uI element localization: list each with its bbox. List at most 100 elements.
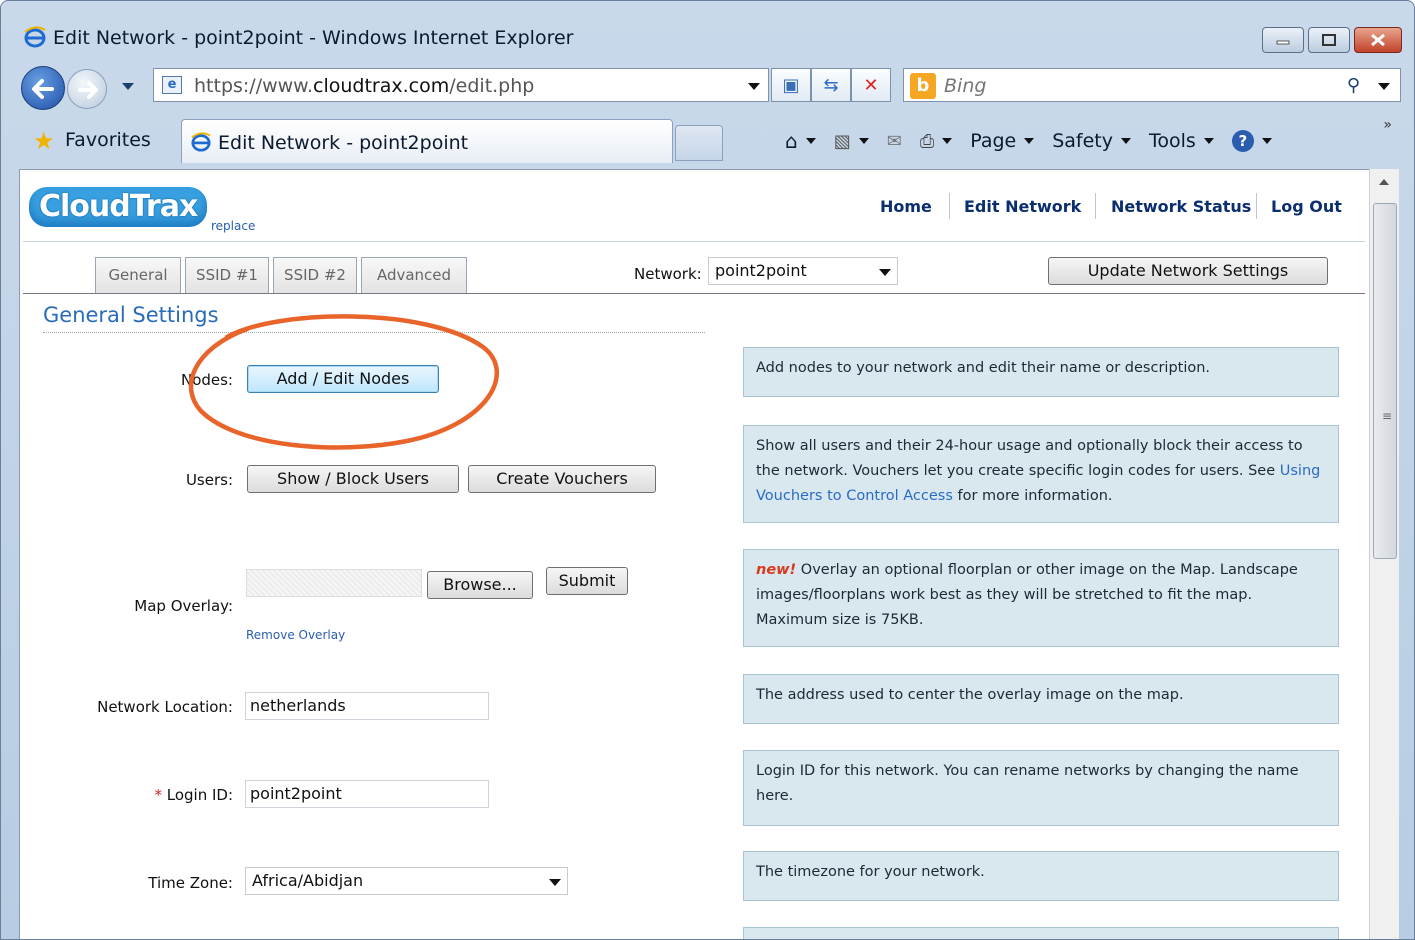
create-vouchers-button[interactable]: Create Vouchers [468,465,656,493]
time-zone-label: Time Zone: [148,874,233,892]
address-url[interactable]: https://www.cloudtrax.com/edit.php [194,75,534,97]
new-tab-button[interactable] [675,125,723,161]
window-controls [1258,27,1402,53]
address-bar[interactable]: e https://www.cloudtrax.com/edit.php [153,68,769,102]
update-network-settings-button[interactable]: Update Network Settings [1048,257,1328,285]
scroll-up-icon[interactable] [1379,179,1389,185]
recent-pages-dropdown[interactable] [122,83,134,90]
safety-menu[interactable]: Safety [1052,130,1131,152]
tab-ie-icon [191,132,211,152]
bing-icon: b [910,73,936,99]
help-text: Show all users and their 24-hour usage a… [756,438,1303,479]
back-arrow-icon [32,79,54,99]
scrollbar-thumb[interactable]: ≡ [1373,203,1397,559]
refresh-button[interactable]: ⇆ [811,68,851,102]
browser-tab[interactable]: Edit Network - point2point [181,119,673,163]
tab-ssid-1[interactable]: SSID #1 [185,257,269,293]
read-mail-button[interactable]: ✉ [887,131,902,152]
address-dropdown[interactable] [748,83,760,90]
forward-arrow-icon [78,81,98,99]
nav-home[interactable]: Home [880,197,932,216]
nodes-label: Nodes: [180,371,233,389]
page-menu[interactable]: Page [970,130,1035,152]
window-title: Edit Network - point2point - Windows Int… [53,27,574,49]
mail-icon: ✉ [886,130,902,152]
help-text: The address used to center the overlay i… [756,687,1184,703]
help-text: Add nodes to your network and edit their… [756,360,1211,376]
stop-button[interactable]: ✕ [851,68,891,102]
header-divider [23,241,1365,242]
section-title: General Settings [43,303,219,327]
overlay-file-input[interactable] [246,569,422,597]
map-overlay-label: Map Overlay: [134,597,233,615]
replace-logo-link[interactable]: replace [211,219,255,233]
maximize-icon [1322,34,1336,46]
page-menu-label: Page [970,130,1017,152]
help-box-nodes: Add nodes to your network and edit their… [743,347,1339,397]
chevron-down-icon [1121,138,1131,144]
network-location-label: Network Location: [97,698,233,716]
minimize-button[interactable] [1262,27,1304,53]
submit-overlay-button[interactable]: Submit [546,567,628,595]
stop-icon: ✕ [863,74,879,96]
help-button[interactable]: ? [1231,130,1272,152]
nav-separator [949,193,950,219]
feeds-button[interactable]: ▧ [834,131,869,152]
help-icon: ? [1231,130,1254,152]
help-text: Overlay an optional floorplan or other i… [756,562,1298,628]
cloudtrax-logo[interactable]: CloudTrax [29,187,208,227]
login-id-input[interactable]: point2point [245,780,489,808]
help-text: for more information. [957,488,1113,504]
print-icon: ⎙ [919,130,935,152]
favorites-star-icon[interactable]: ★ [33,129,55,153]
page-icon: e [162,76,182,94]
safety-menu-label: Safety [1052,130,1113,152]
back-button[interactable] [21,66,65,110]
tab-general[interactable]: General [95,257,181,293]
vertical-scrollbar[interactable]: ≡ [1369,169,1399,939]
forward-button[interactable] [67,69,107,109]
browse-button[interactable]: Browse... [427,571,533,599]
maximize-button[interactable] [1308,27,1350,53]
help-box-next [743,927,1339,939]
search-options-dropdown[interactable] [1378,83,1390,90]
search-input[interactable]: Bing [944,75,986,97]
minimize-icon [1276,40,1290,45]
home-button[interactable]: ⌂ [785,129,816,153]
compatibility-view-icon: ▣ [782,74,800,96]
network-select[interactable]: point2point [708,257,898,285]
nav-edit-network[interactable]: Edit Network [964,197,1081,216]
nav-log-out[interactable]: Log Out [1271,197,1342,216]
login-id-label: * Login ID: [61,786,233,804]
time-zone-value: Africa/Abidjan [252,871,364,890]
nav-network-status[interactable]: Network Status [1111,197,1251,216]
chevron-down-icon [1203,138,1214,144]
help-box-login: Login ID for this network. You can renam… [743,750,1339,826]
grip-icon: ≡ [1382,409,1393,423]
search-icon[interactable]: ⚲ [1347,75,1360,96]
favorites-button[interactable]: Favorites [65,129,151,151]
remove-overlay-link[interactable]: Remove Overlay [246,628,345,642]
tab-advanced[interactable]: Advanced [361,257,467,293]
help-box-timezone: The timezone for your network. [743,851,1339,901]
chevron-down-icon [805,138,816,144]
network-select-value: point2point [715,261,807,280]
section-divider [43,332,705,333]
time-zone-select[interactable]: Africa/Abidjan [245,867,568,895]
network-location-input[interactable]: netherlands [245,692,489,720]
chevron-down-icon [942,138,953,144]
tab-ssid-2[interactable]: SSID #2 [273,257,357,293]
more-commands-icon[interactable]: » [1383,117,1392,133]
tools-menu[interactable]: Tools [1149,130,1214,152]
command-bar: ⌂ ▧ ✉ ⎙ Page Safety Tools ? [785,125,1290,157]
browser-window: Edit Network - point2point - Windows Int… [0,0,1415,940]
show-block-users-button[interactable]: Show / Block Users [247,465,459,493]
tab-title: Edit Network - point2point [218,132,469,154]
compatibility-view-button[interactable]: ▣ [771,68,811,102]
print-button[interactable]: ⎙ [919,130,953,152]
add-edit-nodes-button[interactable]: Add / Edit Nodes [247,365,439,393]
close-button[interactable] [1354,27,1402,53]
search-box[interactable]: b Bing ⚲ [903,68,1401,102]
required-marker: * [154,786,162,804]
chevron-down-icon [1261,138,1272,144]
